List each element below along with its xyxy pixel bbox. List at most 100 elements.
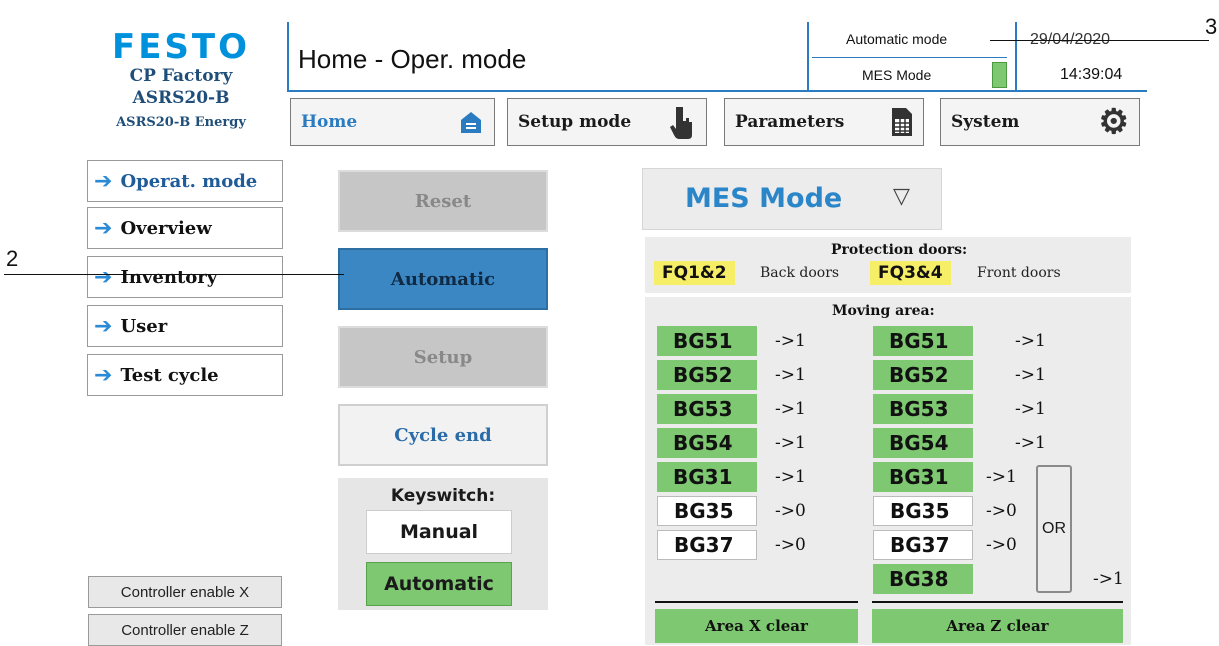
sidebar-item-user[interactable]: ➔ User xyxy=(87,305,283,347)
sensor-value: ->1 xyxy=(1015,399,1046,419)
sensor-bg35: BG35 xyxy=(657,496,757,526)
sensor-bg53: BG53 xyxy=(657,394,757,424)
automatic-button[interactable]: Automatic xyxy=(338,248,548,310)
or-label: OR xyxy=(1042,520,1066,537)
arrow-right-icon: ➔ xyxy=(94,168,113,194)
sensor-value: ->1 xyxy=(1093,569,1124,589)
tab-setup-mode[interactable]: Setup mode xyxy=(507,98,707,146)
gear-icon: ⚙ xyxy=(1098,102,1129,142)
sensor-value: ->1 xyxy=(775,467,806,487)
mes-mode-value: MES Mode xyxy=(685,183,843,214)
door-tag-fq34: FQ3&4 xyxy=(870,261,951,285)
festo-logo: FESTO CP Factory ASRS20-B ASRS20-B Energ… xyxy=(96,30,266,132)
sensor-value: ->0 xyxy=(775,501,806,521)
sidebar-item-test-cycle[interactable]: ➔ Test cycle xyxy=(87,354,283,396)
arrow-right-icon: ➔ xyxy=(94,264,113,290)
annotation-3: 3 xyxy=(1205,14,1218,39)
annotation-2-line xyxy=(4,274,344,275)
door-desc-front: Front doors xyxy=(977,265,1061,281)
arrow-right-icon: ➔ xyxy=(94,215,113,241)
arrow-right-icon: ➔ xyxy=(94,362,113,388)
sensor-bg37: BG37 xyxy=(873,530,973,560)
keyswitch-automatic: Automatic xyxy=(366,562,512,606)
sensor-value: ->1 xyxy=(1015,433,1046,453)
sensor-value: ->1 xyxy=(775,331,806,351)
arrow-right-icon: ➔ xyxy=(94,313,113,339)
sensor-bg31: BG31 xyxy=(657,462,757,492)
sensor-bg38: BG38 xyxy=(873,564,973,594)
door-desc-back: Back doors xyxy=(760,265,840,281)
sensor-bg54: BG54 xyxy=(657,428,757,458)
hand-pointer-icon xyxy=(670,107,692,139)
chevron-down-icon: ▽ xyxy=(893,183,910,208)
tab-home-label: Home xyxy=(301,112,358,132)
sensor-value: ->1 xyxy=(1015,365,1046,385)
sensor-bg35: BG35 xyxy=(873,496,973,526)
sidebar-item-label: User xyxy=(120,315,168,337)
setup-button[interactable]: Setup xyxy=(338,326,548,388)
mes-mode-dropdown[interactable]: MES Mode ▽ xyxy=(642,168,942,230)
cycle-end-button[interactable]: Cycle end xyxy=(338,404,548,466)
area-x-line xyxy=(655,601,858,603)
header-divider-left xyxy=(287,22,289,90)
tab-system-label: System xyxy=(951,112,1020,132)
sidebar-item-label: Operat. mode xyxy=(120,170,258,192)
sensor-value: ->0 xyxy=(986,535,1017,555)
tab-home[interactable]: Home xyxy=(290,98,495,146)
sidebar-item-label: Test cycle xyxy=(120,364,219,386)
reset-button[interactable]: Reset xyxy=(338,170,548,232)
sensor-value: ->1 xyxy=(986,467,1017,487)
sensor-value: ->1 xyxy=(775,433,806,453)
sensor-bg51: BG51 xyxy=(657,326,757,356)
brand-logo-text: FESTO xyxy=(111,27,251,67)
station-line-1: CP Factory xyxy=(129,66,233,86)
controller-enable-z-button[interactable]: Controller enable Z xyxy=(88,614,282,646)
sensor-bg51: BG51 xyxy=(873,326,973,356)
sensor-bg54: BG54 xyxy=(873,428,973,458)
sensor-bg52: BG52 xyxy=(873,360,973,390)
station-line-2: ASRS20-B xyxy=(132,88,230,108)
keyswitch-panel: Keyswitch: Manual Automatic xyxy=(338,478,548,610)
tab-system[interactable]: System ⚙ xyxy=(940,98,1140,146)
document-table-icon xyxy=(892,108,912,136)
area-z-clear-status: Area Z clear xyxy=(872,609,1123,643)
sensor-bg31: BG31 xyxy=(873,462,973,492)
sensor-value: ->1 xyxy=(775,399,806,419)
tab-parameters-label: Parameters xyxy=(735,112,845,132)
moving-area-panel: Moving area: BG51 ->1 BG52 ->1 BG53 ->1 BG54 ->… xyxy=(645,297,1131,645)
sidebar-item-label: Overview xyxy=(120,217,212,239)
keyswitch-manual: Manual xyxy=(366,510,512,554)
annotation-3-line xyxy=(990,40,1209,41)
sensor-bg53: BG53 xyxy=(873,394,973,424)
moving-area-title: Moving area: xyxy=(832,303,935,319)
page-title: Home - Oper. mode xyxy=(298,44,527,74)
sensor-value: ->1 xyxy=(1015,331,1046,351)
house-icon xyxy=(461,112,481,133)
area-x-clear-status: Area X clear xyxy=(655,609,858,643)
header-row-divider xyxy=(812,57,1007,58)
header-divider-right xyxy=(1015,22,1017,90)
keyswitch-title: Keyswitch: xyxy=(390,486,496,506)
sensor-bg37: BG37 xyxy=(657,530,757,560)
door-tag-fq12: FQ1&2 xyxy=(654,261,735,285)
controller-enable-x-button[interactable]: Controller enable X xyxy=(88,576,282,608)
sidebar-item-label: Inventory xyxy=(120,266,218,288)
area-z-line xyxy=(872,601,1123,603)
sensor-value: ->0 xyxy=(986,501,1017,521)
protection-title: Protection doors: xyxy=(831,242,968,258)
sidebar-item-inventory[interactable]: ➔ Inventory xyxy=(87,256,283,298)
annotation-2: 2 xyxy=(6,246,19,271)
header-bottom-line xyxy=(287,90,1147,92)
tab-setup-label: Setup mode xyxy=(518,112,632,132)
mes-mode-status: MES Mode xyxy=(862,67,932,83)
mes-indicator xyxy=(992,62,1007,88)
sidebar-item-overview[interactable]: ➔ Overview xyxy=(87,207,283,249)
sensor-value: ->0 xyxy=(775,535,806,555)
tab-parameters[interactable]: Parameters xyxy=(724,98,924,146)
sidebar-item-operat-mode[interactable]: ➔ Operat. mode xyxy=(87,160,283,202)
or-bracket: OR xyxy=(1036,465,1072,593)
sensor-value: ->1 xyxy=(775,365,806,385)
mode-status: Automatic mode xyxy=(846,31,948,47)
header-divider-mid xyxy=(807,22,809,90)
sensor-bg52: BG52 xyxy=(657,360,757,390)
